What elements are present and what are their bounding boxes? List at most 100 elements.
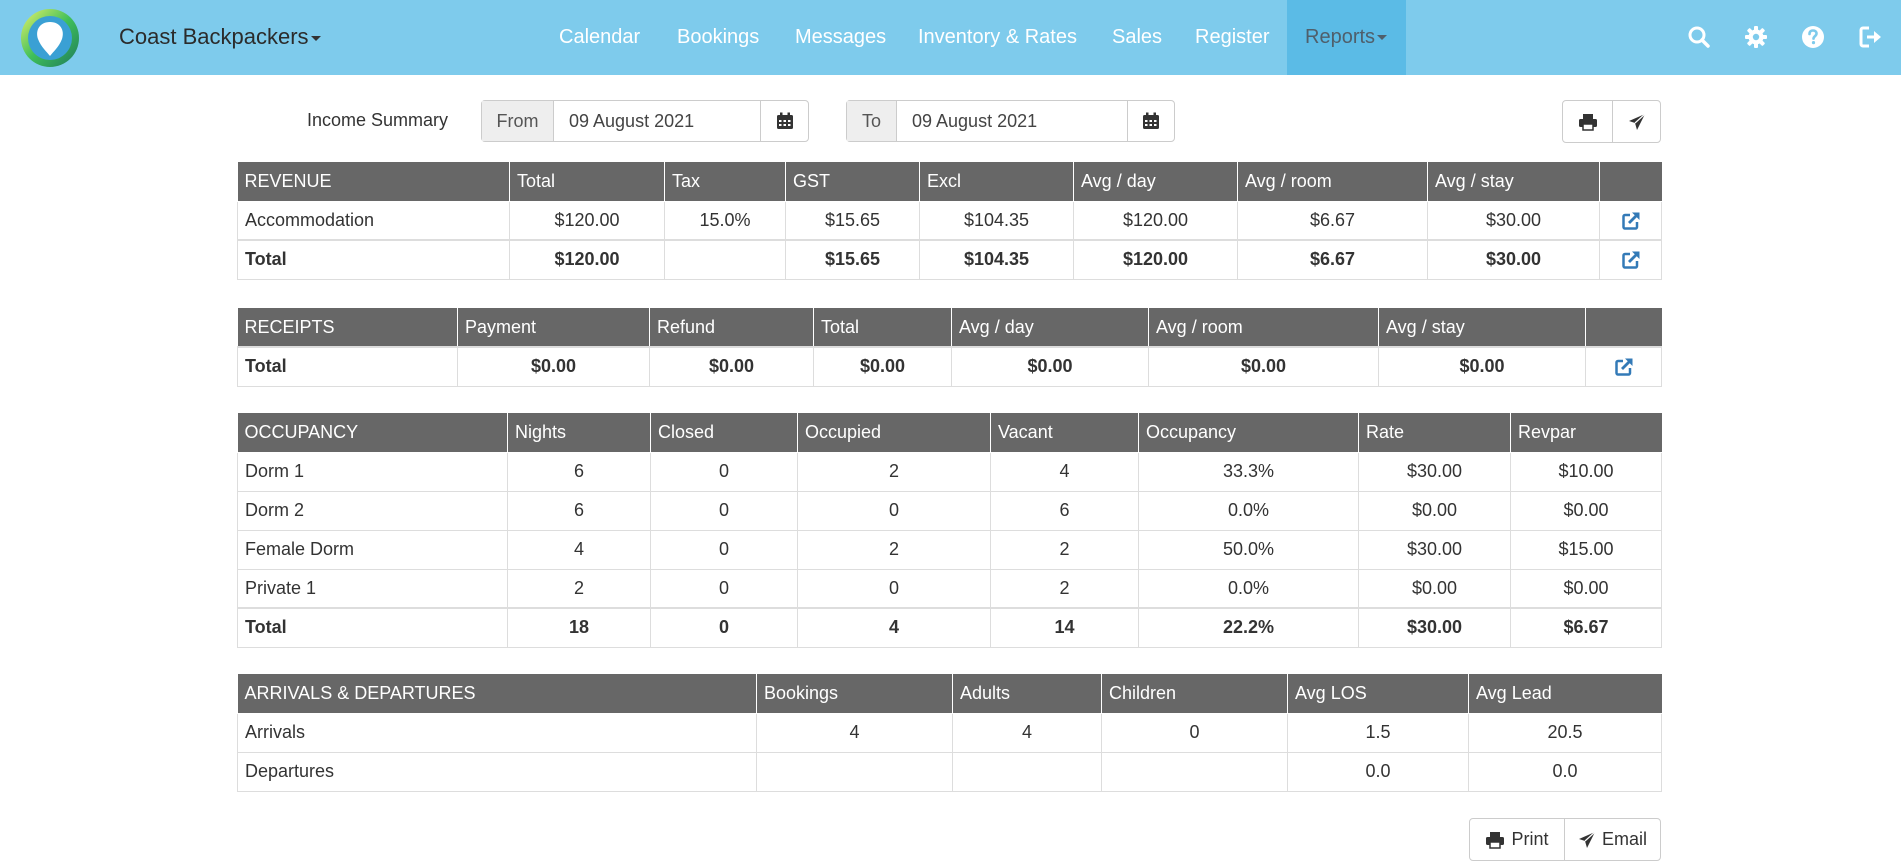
table-cell: $0.00	[1358, 568, 1511, 609]
send-icon-button[interactable]	[1612, 101, 1660, 142]
print-button-label: Print	[1511, 829, 1549, 849]
table-cell: $0.00	[649, 346, 814, 387]
nav-calendar[interactable]: Calendar	[559, 0, 640, 75]
table-cell: Private 1	[237, 568, 508, 609]
nav-bookings[interactable]: Bookings	[677, 0, 759, 75]
table-cell: $15.65	[785, 200, 920, 241]
total-row: Total $120.00 $15.65 $104.35 $120.00 $6.…	[237, 239, 1662, 280]
help-icon[interactable]	[1799, 23, 1827, 51]
table-cell	[1101, 751, 1288, 792]
nav-inventory-rates[interactable]: Inventory & Rates	[918, 0, 1077, 75]
table-cell: $15.65	[785, 239, 920, 280]
table-cell: $120.00	[509, 200, 665, 241]
bottom-action-buttons: Print Email	[1469, 818, 1661, 861]
table-cell: 0	[650, 607, 798, 648]
column-header: Payment	[457, 308, 650, 348]
table-cell: 15.0%	[664, 200, 786, 241]
table-cell	[664, 239, 786, 280]
column-header: Revpar	[1510, 413, 1662, 453]
column-header: Avg / room	[1237, 162, 1428, 202]
email-button[interactable]: Email	[1564, 819, 1660, 860]
table-row: Departures 0.0 0.0	[237, 751, 1662, 792]
table-cell: $30.00	[1358, 529, 1511, 570]
table-cell: $0.00	[1510, 490, 1662, 531]
table-cell: Total	[237, 607, 508, 648]
column-header: GST	[785, 162, 920, 202]
print-icon-button[interactable]	[1563, 101, 1612, 142]
table-cell: Arrivals	[237, 712, 757, 753]
nav-messages[interactable]: Messages	[795, 0, 886, 75]
column-header: Total	[813, 308, 952, 348]
caret-down-icon	[1377, 35, 1388, 41]
calendar-icon	[776, 112, 793, 129]
table-cell: $30.00	[1427, 239, 1600, 280]
table-cell: 1.5	[1287, 712, 1469, 753]
send-icon	[1578, 831, 1596, 848]
table-cell: 0.0%	[1138, 490, 1359, 531]
total-row: Total 18 0 4 14 22.2% $30.00 $6.67	[237, 607, 1662, 648]
arrivals-departures-table: ARRIVALS & DEPARTURES Bookings Adults Ch…	[237, 674, 1662, 792]
table-cell: $0.00	[1378, 346, 1586, 387]
logout-icon[interactable]	[1856, 23, 1884, 51]
table-cell: $15.00	[1510, 529, 1662, 570]
table-cell	[1599, 239, 1662, 280]
print-button[interactable]: Print	[1470, 819, 1564, 860]
table-cell: 6	[507, 451, 651, 492]
column-header: Avg / stay	[1427, 162, 1600, 202]
table-cell: $104.35	[919, 239, 1074, 280]
to-date-picker-button[interactable]	[1127, 101, 1174, 141]
table-cell: 2	[990, 529, 1139, 570]
send-icon	[1628, 113, 1645, 130]
table-cell: 0.0	[1468, 751, 1662, 792]
to-label: To	[847, 101, 897, 141]
table-cell: 0	[1101, 712, 1288, 753]
column-header: Excl	[919, 162, 1074, 202]
nav-reports[interactable]: Reports	[1287, 0, 1406, 75]
nav-sales[interactable]: Sales	[1112, 0, 1162, 75]
from-date-picker-button[interactable]	[760, 101, 808, 141]
caret-down-icon	[310, 35, 321, 41]
column-header: Refund	[649, 308, 814, 348]
table-cell: 20.5	[1468, 712, 1662, 753]
column-header: Adults	[952, 674, 1102, 714]
column-header: ARRIVALS & DEPARTURES	[237, 674, 757, 714]
column-header: Avg / day	[951, 308, 1149, 348]
table-cell	[1585, 346, 1662, 387]
table-cell: 0	[650, 451, 798, 492]
table-cell: Dorm 2	[237, 490, 508, 531]
table-row: Dorm 2 6 0 0 6 0.0% $0.00 $0.00	[237, 490, 1662, 531]
table-cell: 4	[952, 712, 1102, 753]
occupancy-header-row: OCCUPANCY Nights Closed Occupied Vacant …	[237, 413, 1662, 453]
property-selector[interactable]: Coast Backpackers	[119, 24, 321, 50]
total-row: Total $0.00 $0.00 $0.00 $0.00 $0.00 $0.0…	[237, 346, 1662, 387]
table-cell: Total	[237, 346, 458, 387]
brand-logo-icon[interactable]	[20, 8, 80, 68]
column-header-empty	[1585, 308, 1662, 348]
column-header: Occupancy	[1138, 413, 1359, 453]
external-link-icon[interactable]	[1621, 211, 1641, 231]
revenue-table: REVENUE Total Tax GST Excl Avg / day Avg…	[237, 162, 1662, 280]
table-cell: 50.0%	[1138, 529, 1359, 570]
external-link-icon[interactable]	[1621, 250, 1641, 270]
column-header: RECEIPTS	[237, 308, 458, 348]
to-date-input[interactable]: 09 August 2021	[897, 101, 1127, 141]
search-icon[interactable]	[1685, 23, 1713, 51]
table-cell: 2	[797, 529, 991, 570]
table-cell: $0.00	[1510, 568, 1662, 609]
nav-register[interactable]: Register	[1195, 0, 1269, 75]
report-title: Income Summary	[307, 110, 449, 130]
table-cell: $0.00	[813, 346, 952, 387]
print-icon	[1486, 831, 1505, 849]
table-cell: 6	[507, 490, 651, 531]
table-cell: Total	[237, 239, 510, 280]
table-cell: $30.00	[1358, 451, 1511, 492]
table-cell	[952, 751, 1102, 792]
from-date-input[interactable]: 09 August 2021	[554, 101, 760, 141]
table-row: Private 1 2 0 0 2 0.0% $0.00 $0.00	[237, 568, 1662, 609]
table-cell: 0	[797, 568, 991, 609]
table-cell: 4	[990, 451, 1139, 492]
table-cell: $6.67	[1237, 200, 1428, 241]
settings-gear-icon[interactable]	[1742, 23, 1770, 51]
external-link-icon[interactable]	[1614, 357, 1634, 377]
table-cell	[756, 751, 953, 792]
